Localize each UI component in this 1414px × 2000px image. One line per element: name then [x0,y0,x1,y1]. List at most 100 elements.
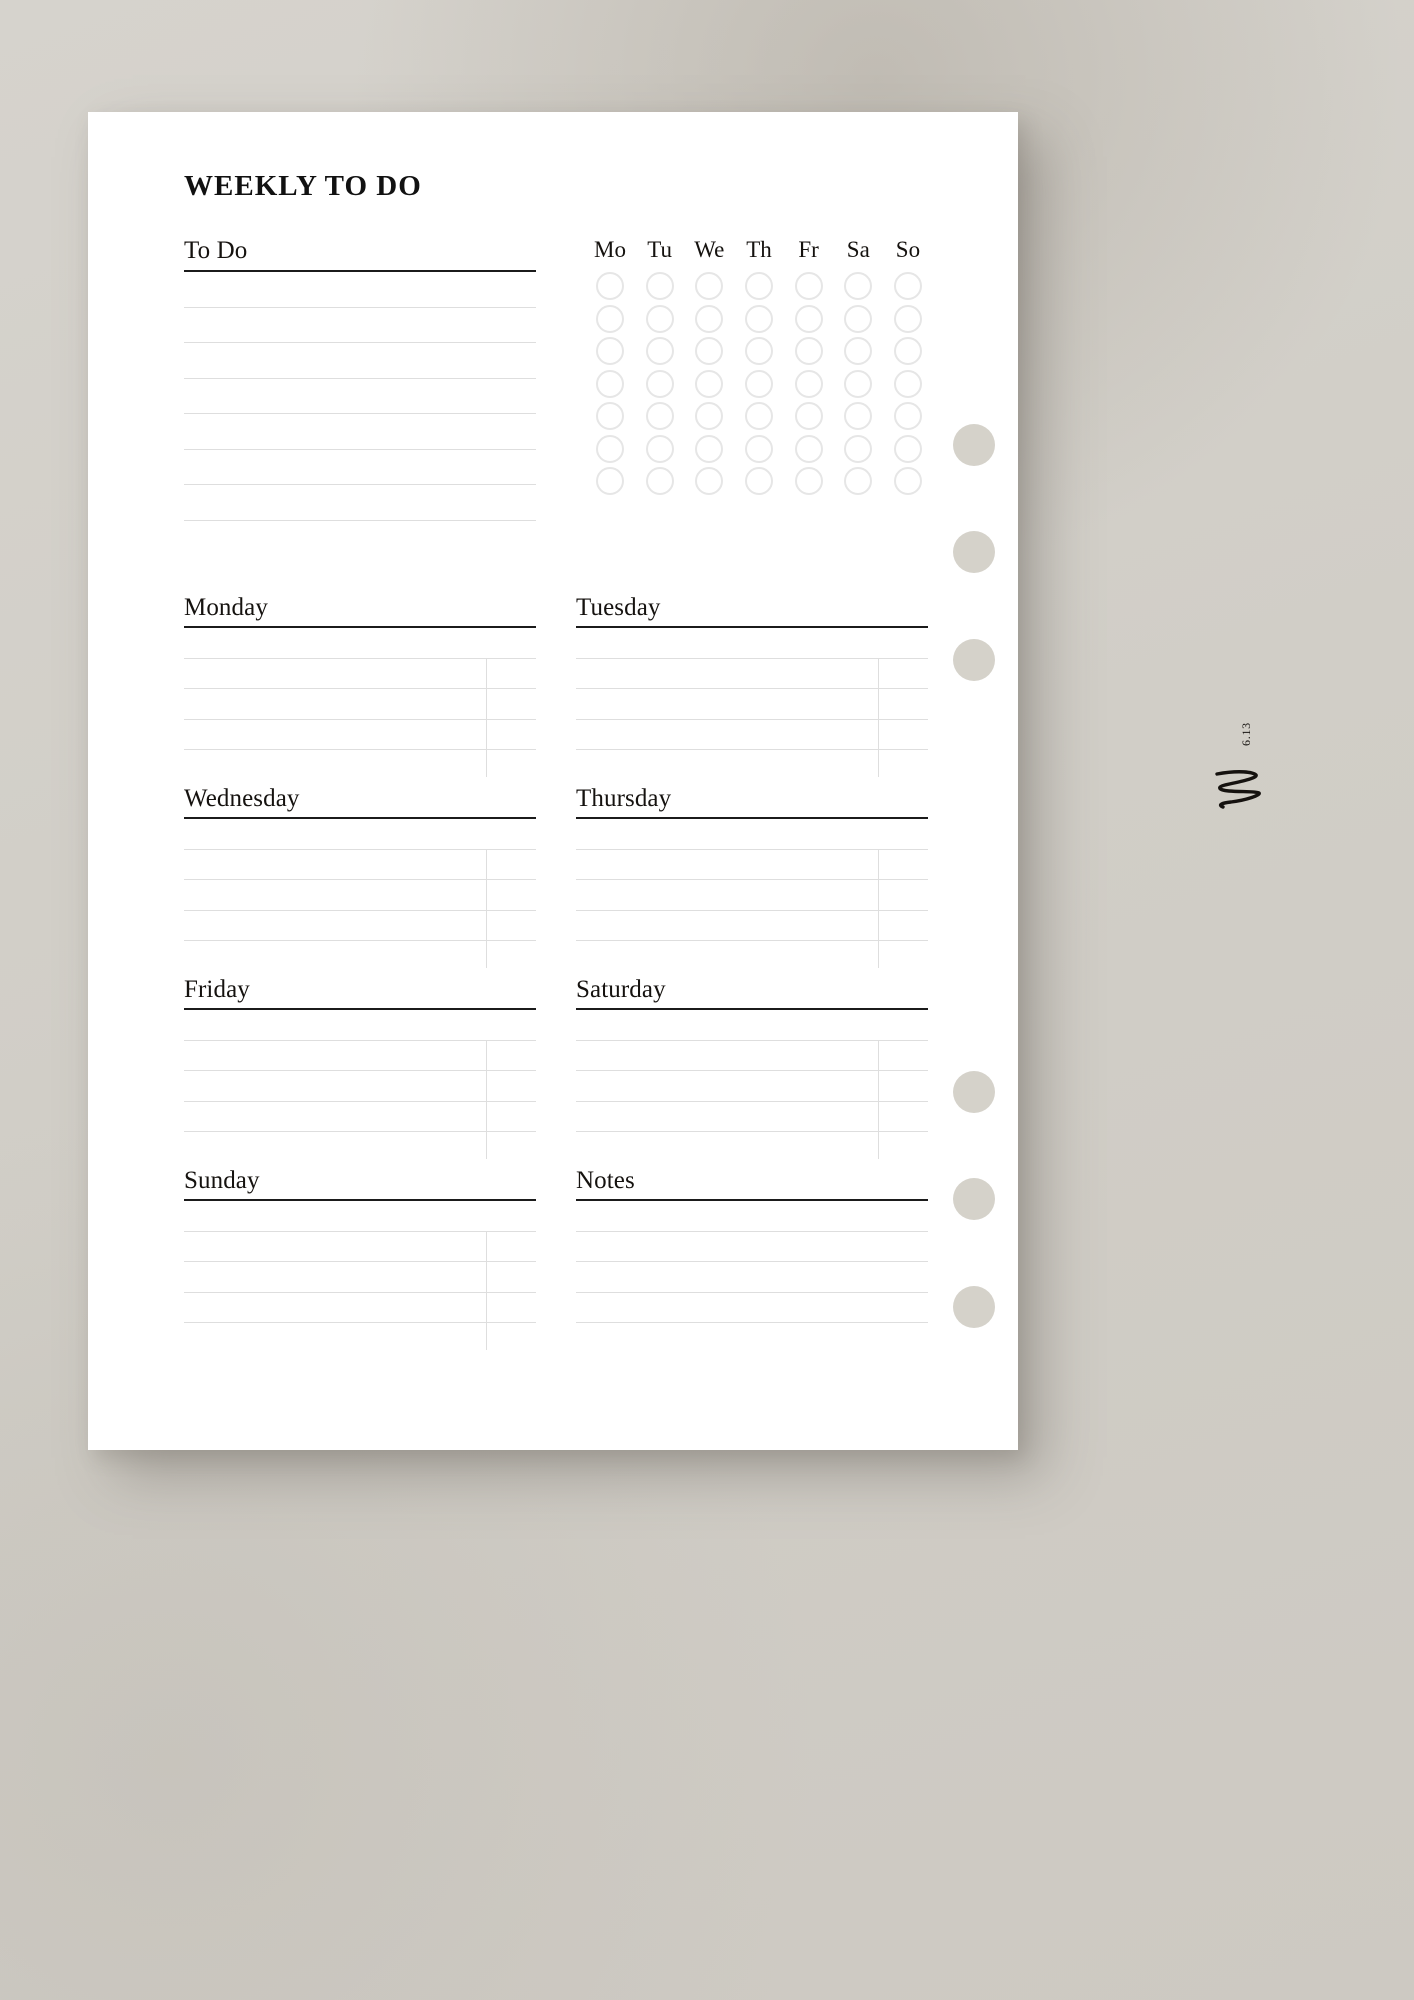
block-line-saturday[interactable] [576,1100,928,1102]
block-line-monday[interactable] [184,718,536,720]
block-line-saturday[interactable] [576,1131,928,1132]
block-line-notes[interactable] [576,1261,928,1262]
todo-line[interactable] [184,413,536,414]
block-line-thursday[interactable] [576,909,928,911]
block-line-tuesday[interactable] [576,718,928,720]
tracker-circle-we-1[interactable] [695,272,724,300]
tracker-circle-grid[interactable] [590,272,928,495]
tracker-circle-tu-2[interactable] [645,304,674,333]
block-line-thursday[interactable] [576,848,928,850]
tracker-circle-mo-1[interactable] [596,272,624,300]
todo-line[interactable] [184,377,536,379]
tracker-circle-tu-3[interactable] [645,337,674,365]
block-body-thursday[interactable] [576,848,928,969]
tracker-circle-so-2[interactable] [893,304,922,333]
tracker-circle-we-4[interactable] [695,369,724,398]
tracker-circle-so-1[interactable] [893,272,922,300]
tracker-circle-so-7[interactable] [893,467,922,495]
tracker-circle-fr-4[interactable] [794,369,823,398]
tracker-circle-we-2[interactable] [695,304,724,333]
tracker-circle-th-5[interactable] [744,402,773,430]
block-line-wednesday[interactable] [184,848,536,850]
tracker-circle-mo-3[interactable] [596,337,624,365]
tracker-circle-sa-7[interactable] [844,467,873,495]
tracker-circle-fr-3[interactable] [794,337,823,365]
block-body-sunday[interactable] [184,1230,536,1351]
todo-heading: To Do [184,237,248,264]
tracker-circle-so-3[interactable] [893,337,922,365]
tracker-circle-mo-6[interactable] [596,434,624,463]
block-line-notes[interactable] [576,1322,928,1323]
tracker-circle-so-6[interactable] [893,434,922,463]
tracker-cell [838,467,878,495]
tracker-circle-so-4[interactable] [893,369,922,398]
tracker-circle-sa-5[interactable] [844,402,873,430]
block-line-tuesday[interactable] [576,688,928,689]
todo-line[interactable] [184,306,536,308]
block-line-monday[interactable] [184,657,536,659]
tracker-circle-th-3[interactable] [744,337,773,365]
todo-line[interactable] [184,448,536,450]
block-line-notes[interactable] [576,1291,928,1293]
tracker-circle-fr-5[interactable] [794,402,823,430]
block-line-thursday[interactable] [576,879,928,880]
tracker-circle-sa-2[interactable] [844,304,873,333]
tracker-circle-tu-1[interactable] [645,272,674,300]
todo-write-lines[interactable] [184,306,536,521]
block-body-friday[interactable] [184,1039,536,1160]
block-line-tuesday[interactable] [576,749,928,750]
todo-line[interactable] [184,519,536,521]
block-line-friday[interactable] [184,1100,536,1102]
block-line-sunday[interactable] [184,1291,536,1293]
tracker-circle-tu-6[interactable] [645,434,674,463]
tracker-circle-we-7[interactable] [695,467,724,495]
tracker-circle-we-6[interactable] [695,434,724,463]
tracker-circle-tu-7[interactable] [645,467,674,495]
tracker-circle-sa-1[interactable] [844,272,873,300]
block-line-friday[interactable] [184,1070,536,1071]
block-line-friday[interactable] [184,1131,536,1132]
todo-line[interactable] [184,484,536,485]
tracker-circle-tu-5[interactable] [645,402,674,430]
block-body-monday[interactable] [184,657,536,778]
todo-line[interactable] [184,342,536,343]
block-line-wednesday[interactable] [184,879,536,880]
block-body-wednesday[interactable] [184,848,536,969]
block-line-sunday[interactable] [184,1322,536,1323]
tracker-circle-th-7[interactable] [744,467,773,495]
tracker-circle-fr-7[interactable] [794,467,823,495]
tracker-circle-mo-4[interactable] [596,369,624,398]
block-body-notes[interactable] [576,1230,928,1323]
block-line-sunday[interactable] [184,1261,536,1262]
block-line-wednesday[interactable] [184,909,536,911]
block-line-saturday[interactable] [576,1039,928,1041]
block-line-monday[interactable] [184,749,536,750]
tracker-circle-fr-2[interactable] [794,304,823,333]
tracker-circle-sa-3[interactable] [844,337,873,365]
tracker-circle-tu-4[interactable] [645,369,674,398]
tracker-circle-sa-4[interactable] [844,369,873,398]
block-line-monday[interactable] [184,688,536,689]
block-line-friday[interactable] [184,1039,536,1041]
tracker-circle-th-6[interactable] [744,434,773,463]
block-line-notes[interactable] [576,1230,928,1232]
block-line-wednesday[interactable] [184,940,536,941]
tracker-circle-we-3[interactable] [695,337,724,365]
tracker-circle-th-4[interactable] [744,369,773,398]
tracker-circle-th-2[interactable] [744,304,773,333]
tracker-circle-so-5[interactable] [893,402,922,430]
tracker-circle-mo-2[interactable] [596,304,624,333]
tracker-circle-mo-7[interactable] [596,467,624,495]
block-body-saturday[interactable] [576,1039,928,1160]
block-line-thursday[interactable] [576,940,928,941]
tracker-circle-we-5[interactable] [695,402,724,430]
tracker-circle-sa-6[interactable] [844,434,873,463]
tracker-circle-fr-1[interactable] [794,272,823,300]
tracker-circle-mo-5[interactable] [596,402,624,430]
tracker-circle-th-1[interactable] [744,272,773,300]
block-body-tuesday[interactable] [576,657,928,778]
block-line-tuesday[interactable] [576,657,928,659]
block-line-sunday[interactable] [184,1230,536,1232]
block-line-saturday[interactable] [576,1070,928,1071]
tracker-circle-fr-6[interactable] [794,434,823,463]
